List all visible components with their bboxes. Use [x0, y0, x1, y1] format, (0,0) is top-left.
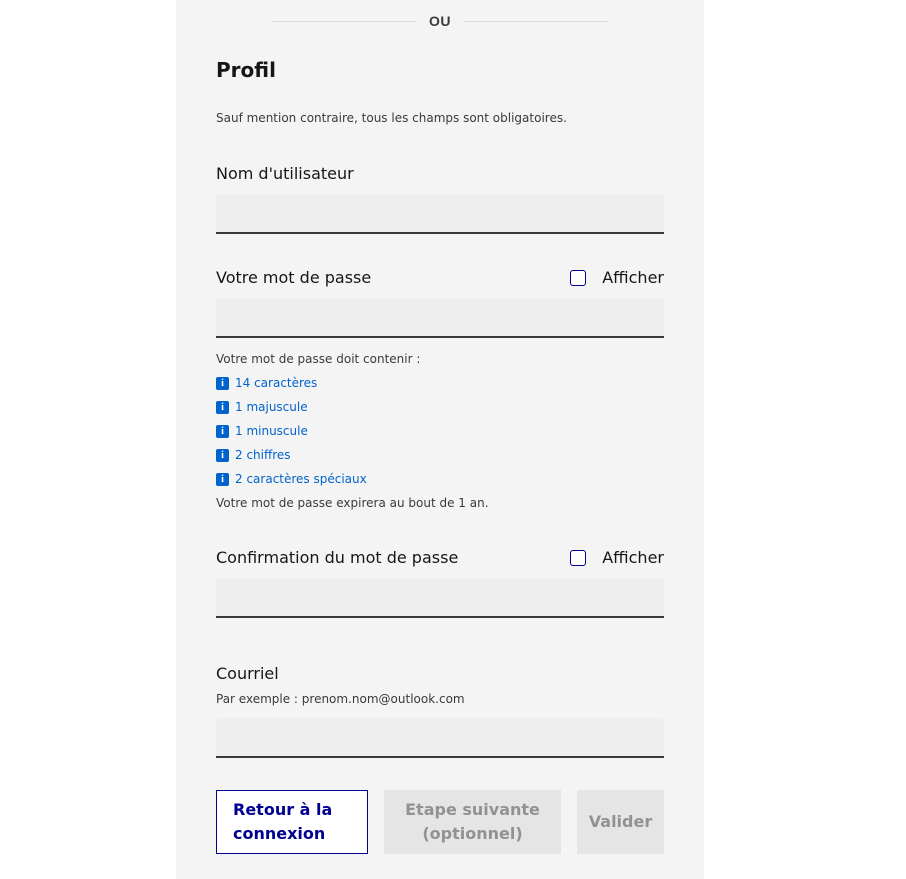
- confirm-password-input[interactable]: [216, 578, 664, 618]
- password-input[interactable]: [216, 298, 664, 338]
- password-requirement: i 2 chiffres: [216, 448, 291, 462]
- password-requirement: i 1 minuscule: [216, 424, 308, 438]
- info-icon: i: [216, 448, 229, 462]
- email-label: Courriel: [216, 664, 279, 683]
- password-requirement: i 14 caractères: [216, 376, 317, 390]
- password-requirement: i 1 majuscule: [216, 400, 308, 414]
- password-show-checkbox[interactable]: [570, 269, 587, 286]
- password-show-label: Afficher: [602, 268, 664, 287]
- confirm-password-show-checkbox[interactable]: [570, 549, 587, 566]
- password-requirement: i 2 caractères spéciaux: [216, 472, 367, 486]
- password-show-toggle[interactable]: Afficher: [570, 268, 664, 287]
- email-hint: Par exemple : prenom.nom@outlook.com: [216, 692, 465, 706]
- form-panel: OU Profil Sauf mention contraire, tous l…: [176, 0, 704, 879]
- password-requirement-text: 1 minuscule: [235, 424, 308, 438]
- password-expiry-note: Votre mot de passe expirera au bout de 1…: [216, 496, 489, 510]
- confirm-password-label: Confirmation du mot de passe: [216, 548, 459, 567]
- password-requirement-text: 2 caractères spéciaux: [235, 472, 367, 486]
- info-icon: i: [216, 400, 229, 414]
- back-to-login-button[interactable]: Retour à la connexion: [216, 790, 368, 854]
- separator-line-left: [272, 20, 417, 22]
- info-icon: i: [216, 472, 229, 486]
- password-requirements-intro: Votre mot de passe doit contenir :: [216, 352, 421, 366]
- next-step-button[interactable]: Etape suivante (optionnel): [384, 790, 561, 854]
- separator-line-right: [463, 20, 608, 22]
- back-button-line2: connexion: [233, 824, 326, 843]
- required-hint: Sauf mention contraire, tous les champs …: [216, 111, 567, 125]
- or-separator: OU: [272, 9, 608, 33]
- next-button-line2: (optionnel): [422, 824, 523, 843]
- password-requirement-text: 2 chiffres: [235, 448, 291, 462]
- info-icon: i: [216, 376, 229, 390]
- validate-button[interactable]: Valider: [577, 790, 664, 854]
- back-button-line1: Retour à la: [233, 800, 333, 819]
- confirm-password-show-toggle[interactable]: Afficher: [570, 548, 664, 567]
- next-button-line1: Etape suivante: [405, 800, 540, 819]
- page-title: Profil: [216, 58, 276, 82]
- info-icon: i: [216, 424, 229, 438]
- password-label: Votre mot de passe: [216, 268, 372, 287]
- separator-text: OU: [429, 13, 451, 29]
- email-field[interactable]: [216, 718, 664, 758]
- username-label: Nom d'utilisateur: [216, 164, 354, 183]
- password-requirement-text: 1 majuscule: [235, 400, 308, 414]
- confirm-password-show-label: Afficher: [602, 548, 664, 567]
- username-input[interactable]: [216, 194, 664, 234]
- password-requirement-text: 14 caractères: [235, 376, 318, 390]
